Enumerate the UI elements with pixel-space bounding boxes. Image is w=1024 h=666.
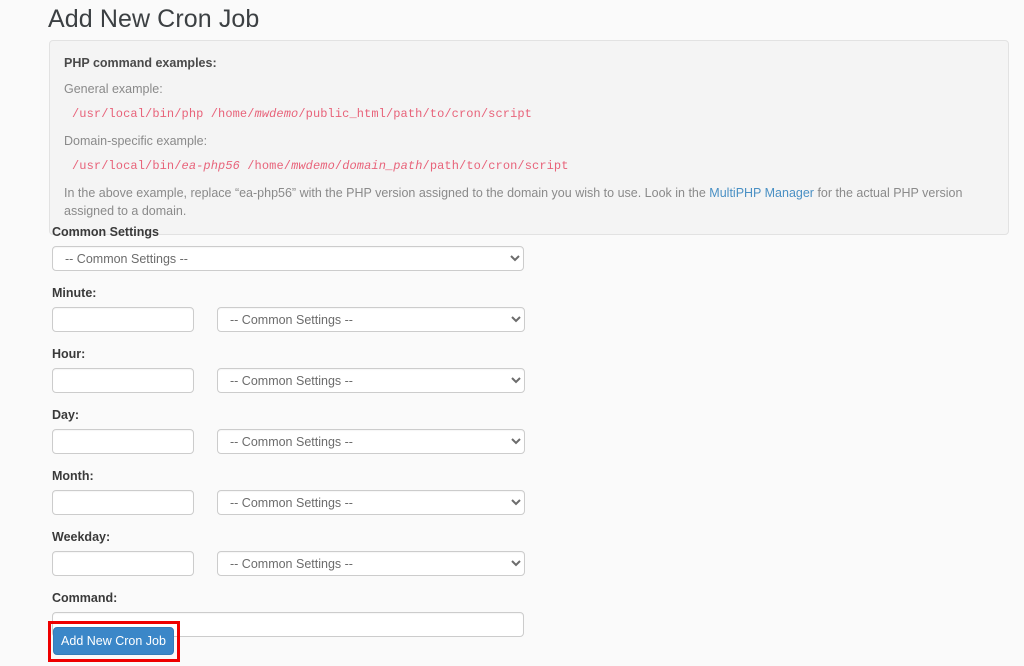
common-settings-label: Common Settings bbox=[52, 225, 159, 239]
domain-example-code: /usr/local/bin/ea-php56 /home/mwdemo/dom… bbox=[72, 157, 994, 175]
weekday-input[interactable] bbox=[52, 551, 194, 576]
command-label: Command: bbox=[52, 591, 118, 605]
month-input[interactable] bbox=[52, 490, 194, 515]
page-title: Add New Cron Job bbox=[48, 5, 260, 33]
hour-label: Hour: bbox=[52, 347, 86, 361]
panel-note: In the above example, replace “ea-php56”… bbox=[64, 184, 1012, 220]
weekday-label: Weekday: bbox=[52, 530, 111, 544]
month-group: Month: -- Common Settings -- bbox=[52, 468, 572, 515]
code-segment-username: mwdemo bbox=[291, 159, 335, 173]
day-input[interactable] bbox=[52, 429, 194, 454]
code-segment-post: /path/to/cron/script bbox=[422, 159, 569, 173]
code-segment-post: /public_html/path/to/cron/script bbox=[298, 107, 532, 121]
month-select[interactable]: -- Common Settings -- bbox=[217, 490, 525, 515]
code-segment-mid: /home/ bbox=[239, 159, 292, 173]
code-segment-pre: /usr/local/bin/php /home/ bbox=[72, 107, 255, 121]
day-label: Day: bbox=[52, 408, 80, 422]
minute-input[interactable] bbox=[52, 307, 194, 332]
add-new-cron-job-button[interactable]: Add New Cron Job bbox=[53, 627, 174, 655]
hour-select[interactable]: -- Common Settings -- bbox=[217, 368, 525, 393]
panel-heading: PHP command examples: bbox=[64, 56, 217, 70]
weekday-select[interactable]: -- Common Settings -- bbox=[217, 551, 525, 576]
note-text-before: In the above example, replace “ea-php56”… bbox=[64, 186, 710, 200]
code-segment-domain-path: domain_path bbox=[342, 159, 423, 173]
day-select[interactable]: -- Common Settings -- bbox=[217, 429, 525, 454]
month-label: Month: bbox=[52, 469, 94, 483]
cron-job-form: Common Settings -- Common Settings -- Mi… bbox=[52, 224, 572, 651]
minute-label: Minute: bbox=[52, 286, 97, 300]
code-segment-pre: /usr/local/bin/ bbox=[72, 159, 182, 173]
day-group: Day: -- Common Settings -- bbox=[52, 407, 572, 454]
minute-select[interactable]: -- Common Settings -- bbox=[217, 307, 525, 332]
php-command-examples-panel: PHP command examples: General example: /… bbox=[49, 40, 1009, 235]
code-segment-php-version: ea-php56 bbox=[181, 159, 240, 173]
common-settings-group: Common Settings -- Common Settings -- bbox=[52, 224, 572, 271]
general-example-code: /usr/local/bin/php /home/mwdemo/public_h… bbox=[72, 105, 994, 123]
domain-example-label: Domain-specific example: bbox=[64, 134, 208, 148]
general-example-label: General example: bbox=[64, 82, 163, 96]
weekday-group: Weekday: -- Common Settings -- bbox=[52, 529, 572, 576]
hour-group: Hour: -- Common Settings -- bbox=[52, 346, 572, 393]
hour-input[interactable] bbox=[52, 368, 194, 393]
multiphp-manager-link[interactable]: MultiPHP Manager bbox=[709, 186, 814, 200]
common-settings-select[interactable]: -- Common Settings -- bbox=[52, 246, 524, 271]
minute-group: Minute: -- Common Settings -- bbox=[52, 285, 572, 332]
code-segment-username: mwdemo bbox=[254, 107, 299, 121]
